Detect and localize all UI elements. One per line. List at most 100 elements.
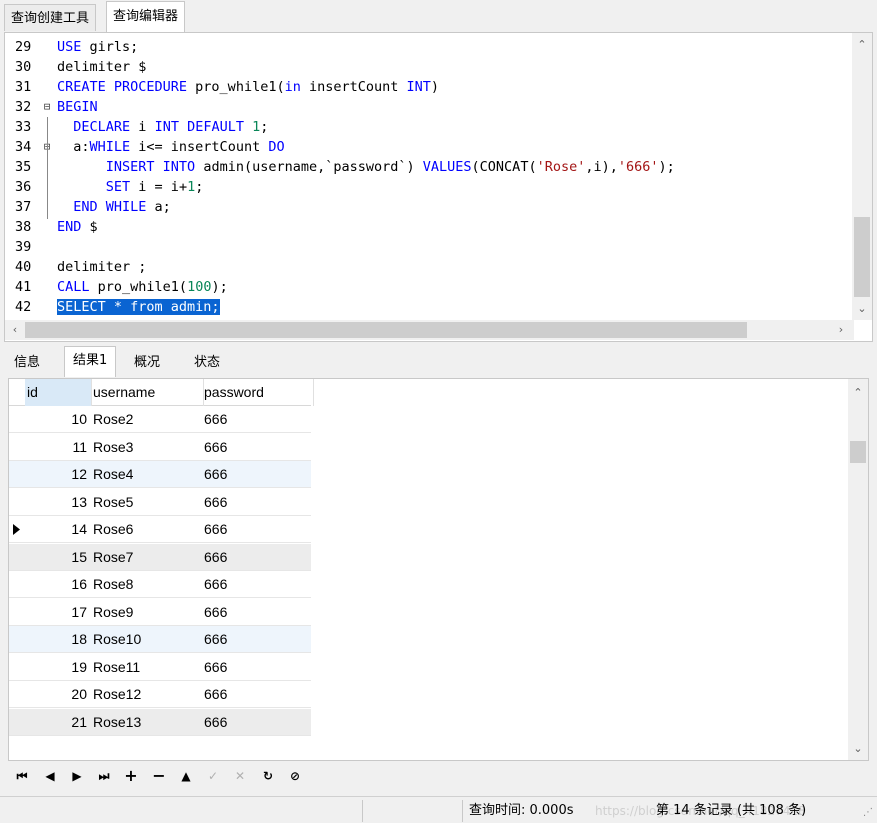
cell-username[interactable]: Rose11 (93, 654, 199, 681)
cell-password[interactable]: 666 (204, 461, 310, 488)
cell-id[interactable]: 11 (25, 434, 87, 461)
cell-password[interactable]: 666 (204, 571, 310, 598)
editor-hscroll-thumb[interactable] (25, 322, 747, 338)
table-row[interactable]: 10 Rose2 666 (9, 406, 311, 433)
line-number: 33 (15, 119, 32, 135)
cell-id[interactable]: 16 (25, 571, 87, 598)
cell-username[interactable]: Rose2 (93, 406, 199, 433)
editor-horizontal-scrollbar[interactable]: ‹ › (5, 320, 854, 340)
add-record-icon[interactable]: + (121, 766, 141, 786)
cell-id[interactable]: 12 (25, 461, 87, 488)
prev-record-icon[interactable]: ◀ (40, 766, 60, 786)
tab-overview[interactable]: 概况 (126, 349, 168, 377)
grid-vertical-scrollbar[interactable]: ⌃ ⌄ (848, 379, 868, 760)
table-row[interactable]: 19 Rose11 666 (9, 653, 311, 681)
edit-up-icon[interactable]: ▲ (176, 766, 196, 786)
column-header-id[interactable]: id (25, 379, 92, 406)
code-token: a: (57, 139, 90, 155)
cell-id[interactable]: 18 (25, 626, 87, 653)
cell-password[interactable]: 666 (204, 406, 310, 433)
resize-grip-icon[interactable]: ⋰ (863, 807, 873, 818)
cell-password[interactable]: 666 (204, 626, 310, 653)
code-token: insertCount (300, 79, 407, 95)
cell-id[interactable]: 13 (25, 489, 87, 516)
column-header-password[interactable]: password (201, 379, 314, 406)
discard-x-icon[interactable]: ✕ (230, 766, 250, 786)
column-header-username[interactable]: username (90, 379, 204, 406)
next-record-icon[interactable]: ▶ (67, 766, 87, 786)
grid-vscroll-thumb[interactable] (850, 441, 866, 463)
editor-vscroll-thumb[interactable] (854, 217, 870, 297)
grid-scroll-up-icon[interactable]: ⌃ (848, 383, 868, 403)
code-token: (CONCAT( (471, 159, 537, 175)
cell-id[interactable]: 15 (25, 544, 87, 571)
status-record-position: 第 14 条记录 (共 108 条) (656, 803, 807, 818)
table-row[interactable]: 15 Rose7 666 (9, 543, 311, 571)
cell-username[interactable]: Rose13 (93, 709, 199, 736)
cell-password[interactable]: 666 (204, 654, 310, 681)
fold-toggle-icon[interactable]: ⊟ (42, 97, 52, 117)
cell-username[interactable]: Rose5 (93, 489, 199, 516)
cell-password[interactable]: 666 (204, 544, 310, 571)
scroll-left-icon[interactable]: ‹ (5, 320, 25, 340)
code-token: girls; (81, 39, 139, 55)
tab-info[interactable]: 信息 (6, 349, 48, 377)
table-row[interactable]: 14 Rose6 666 (9, 516, 311, 543)
stop-icon[interactable]: ⊘ (285, 766, 305, 786)
cell-password[interactable]: 666 (204, 599, 310, 626)
cell-username[interactable]: Rose12 (93, 681, 199, 708)
table-row[interactable]: 17 Rose9 666 (9, 598, 311, 626)
table-row[interactable]: 21 Rose13 666 (9, 708, 311, 736)
cell-username[interactable]: Rose6 (93, 516, 199, 543)
scroll-right-icon[interactable]: › (831, 320, 851, 340)
line-number: 34 (15, 139, 32, 155)
table-row[interactable]: 11 Rose3 666 (9, 433, 311, 461)
first-record-icon[interactable]: ⏮ (12, 766, 32, 786)
cell-username[interactable]: Rose9 (93, 599, 199, 626)
scroll-down-icon[interactable]: ⌄ (852, 299, 872, 319)
cell-username[interactable]: Rose4 (93, 461, 199, 488)
last-record-icon[interactable]: ⏭ (94, 766, 114, 786)
cell-username[interactable]: Rose3 (93, 434, 199, 461)
cell-username[interactable]: Rose10 (93, 626, 199, 653)
tab-query-builder[interactable]: 查询创建工具 (4, 4, 97, 31)
cell-id[interactable]: 21 (25, 709, 87, 736)
result-grid[interactable]: id username password 10 Rose2 666 11 Rose3 66… (8, 378, 869, 761)
line-number: 41 (15, 279, 32, 295)
code-text: CREATE PROCEDURE pro_while1(in insertCou… (57, 77, 439, 97)
tab-query-editor[interactable]: 查询编辑器 (106, 1, 186, 32)
cell-username[interactable]: Rose7 (93, 544, 199, 571)
grid-scroll-down-icon[interactable]: ⌄ (848, 739, 868, 759)
line-number: 35 (15, 159, 32, 175)
table-row[interactable]: 13 Rose5 666 (9, 488, 311, 516)
cell-id[interactable]: 20 (25, 681, 87, 708)
cell-id[interactable]: 17 (25, 599, 87, 626)
cell-password[interactable]: 666 (204, 489, 310, 516)
tab-result1[interactable]: 结果1 (64, 346, 117, 377)
sql-editor[interactable]: 29 USE girls; 30 delimiter $ 31 CREATE PROCED… (4, 32, 873, 342)
cell-id[interactable]: 14 (25, 516, 87, 543)
code-token: i<= insertCount (130, 139, 269, 155)
code-token: END WHILE (73, 199, 147, 215)
code-token: admin(username,`password`) (195, 159, 423, 175)
table-row[interactable]: 20 Rose12 666 (9, 681, 311, 708)
cell-password[interactable]: 666 (204, 681, 310, 708)
table-row[interactable]: 18 Rose10 666 (9, 626, 311, 653)
cell-username[interactable]: Rose8 (93, 571, 199, 598)
cell-password[interactable]: 666 (204, 516, 310, 543)
cell-id[interactable]: 10 (25, 406, 87, 433)
apply-check-icon[interactable]: ✓ (203, 766, 223, 786)
record-navigation-bar: ⏮ ◀ ▶ ⏭ + − ▲ ✓ ✕ ↻ ⊘ (8, 762, 869, 790)
code-token: delimiter ; (57, 259, 147, 275)
refresh-icon[interactable]: ↻ (258, 766, 278, 786)
editor-vertical-scrollbar[interactable]: ⌃ ⌄ (852, 33, 872, 320)
delete-record-icon[interactable]: − (149, 766, 169, 786)
cell-id[interactable]: 19 (25, 654, 87, 681)
table-row[interactable]: 16 Rose8 666 (9, 571, 311, 598)
cell-password[interactable]: 666 (204, 434, 310, 461)
table-row[interactable]: 12 Rose4 666 (9, 461, 311, 488)
scroll-up-icon[interactable]: ⌃ (852, 35, 872, 55)
cell-password[interactable]: 666 (204, 709, 310, 736)
tab-status[interactable]: 状态 (186, 349, 228, 377)
